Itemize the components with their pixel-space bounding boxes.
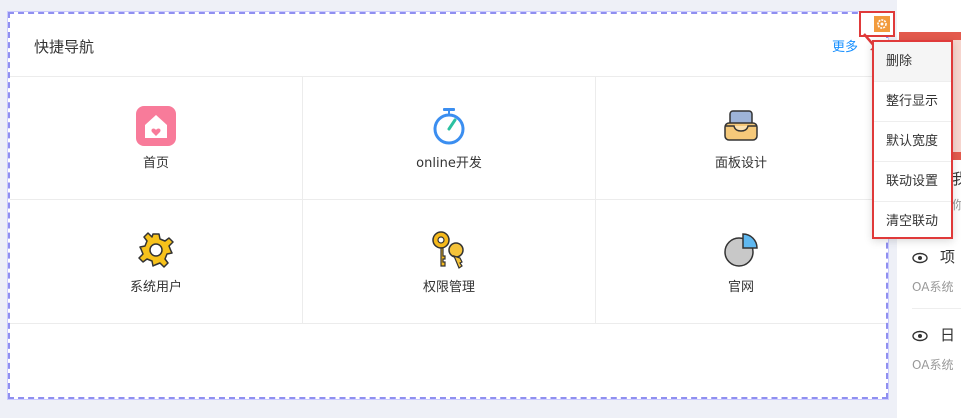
nav-item-website[interactable]: 官网 (596, 200, 886, 324)
right-list-item-subtitle: OA系统 (912, 358, 954, 372)
nav-item-permissions[interactable]: 权限管理 (303, 200, 596, 324)
widget-context-menu: 删除 整行显示 默认宽度 联动设置 清空联动 (872, 40, 953, 239)
right-panel-fragment-1: 我 (952, 170, 961, 188)
nav-grid: 首页 online开发 面板设计 系统用户 权限管理 官网 (10, 76, 886, 324)
menu-item-delete[interactable]: 删除 (874, 42, 951, 82)
eye-icon (912, 252, 928, 264)
menu-item-default-width[interactable]: 默认宽度 (874, 122, 951, 162)
pie-chart-icon (719, 228, 763, 272)
card-title: 快捷导航 (34, 38, 95, 56)
more-link[interactable]: 更多 (832, 36, 858, 55)
right-list-item-title[interactable]: 日 (940, 324, 961, 345)
menu-item-clear-links[interactable]: 清空联动 (874, 202, 951, 242)
nav-item-label: online开发 (416, 156, 482, 171)
nav-item-label: 系统用户 (129, 280, 182, 295)
keys-icon (427, 228, 471, 272)
nav-item-system-users[interactable]: 系统用户 (10, 200, 303, 324)
nav-item-panel-design[interactable]: 面板设计 (596, 76, 886, 200)
eye-icon (912, 330, 928, 342)
right-panel-fragment-2: 你 (952, 198, 961, 212)
nav-item-label: 权限管理 (422, 280, 475, 295)
nav-item-home[interactable]: 首页 (10, 76, 303, 200)
nav-item-label: 面板设计 (714, 156, 767, 171)
home-icon (134, 104, 178, 148)
card-header: 快捷导航 更多 (10, 14, 886, 77)
nav-item-label: 官网 (727, 280, 754, 295)
inbox-icon (719, 104, 763, 148)
right-list-item-title[interactable]: 项 (940, 246, 961, 267)
nav-item-online-dev[interactable]: online开发 (303, 76, 596, 200)
gear-icon (134, 228, 178, 272)
quick-nav-card: 快捷导航 更多 首页 online开发 面板设计 系统用户 权限管理 官网 (8, 12, 888, 399)
menu-item-link-settings[interactable]: 联动设置 (874, 162, 951, 202)
menu-item-full-row[interactable]: 整行显示 (874, 82, 951, 122)
right-list-item-subtitle: OA系统 (912, 280, 954, 294)
nav-item-label: 首页 (142, 156, 169, 171)
right-list-divider (912, 308, 961, 309)
stopwatch-icon (427, 104, 471, 148)
